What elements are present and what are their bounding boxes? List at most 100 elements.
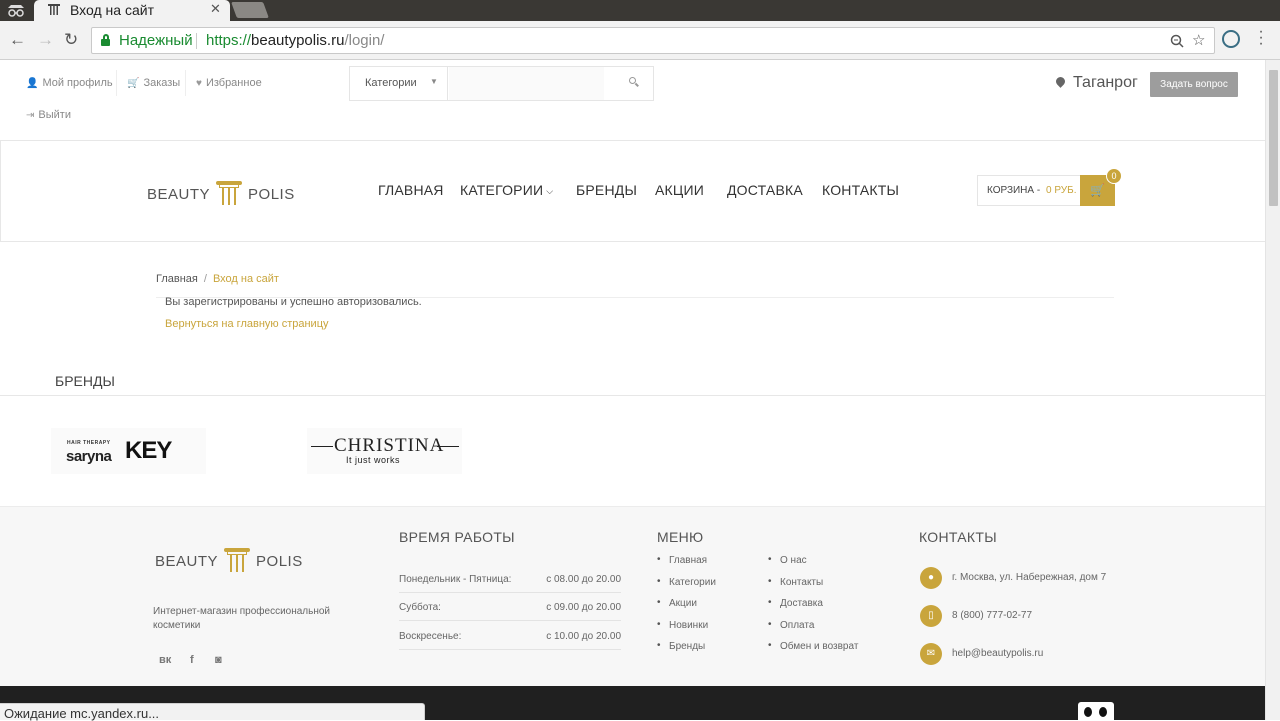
nav-promos[interactable]: АКЦИИ — [655, 182, 704, 198]
logo-text-right: POLIS — [248, 185, 295, 203]
new-tab-button[interactable] — [231, 2, 269, 18]
working-hours-title: ВРЕМЯ РАБОТЫ — [399, 529, 515, 545]
my-profile-link[interactable]: 👤 Мой профиль — [26, 77, 113, 89]
back-to-home-link[interactable]: Вернуться на главную страницу — [165, 318, 329, 330]
city-selector[interactable]: Таганрог — [1054, 74, 1138, 92]
contacts-title: КОНТАКТЫ — [919, 529, 997, 545]
footer-menu-link[interactable]: Бренды — [657, 640, 705, 652]
logo-text-right: POLIS — [256, 552, 303, 570]
mascot-icon — [1078, 702, 1114, 720]
instagram-icon[interactable]: ◙ — [215, 654, 222, 666]
search-category-select[interactable]: Категории ▼ — [350, 67, 448, 100]
url-host: beautypolis.ru — [251, 32, 345, 49]
forward-arrow-icon[interactable]: → — [37, 30, 54, 50]
tab-title: Вход на сайт — [70, 2, 154, 18]
zoom-icon[interactable] — [1170, 31, 1184, 52]
brand-key-saryna: saryna — [66, 448, 112, 465]
url-text[interactable]: https://beautypolis.ru/login/ — [206, 32, 384, 49]
footer-menu-link[interactable]: Главная — [657, 554, 707, 566]
footer-logo[interactable]: BEAUTY POLIS — [155, 547, 303, 577]
footer-menu-link[interactable]: Оплата — [768, 619, 815, 631]
footer-menu-link[interactable]: Акции — [657, 597, 697, 609]
breadcrumb-home[interactable]: Главная — [156, 273, 198, 285]
breadcrumb-current: Вход на сайт — [212, 273, 279, 285]
site-logo[interactable]: BEAUTY POLIS — [147, 180, 295, 210]
vk-icon[interactable]: вк — [159, 654, 171, 666]
address-bar[interactable]: Надежный https://beautypolis.ru/login/ ☆ — [91, 27, 1215, 54]
brand-logo-christina[interactable]: CHRISTINA It just works — [307, 428, 462, 474]
logout-label: Выйти — [38, 109, 71, 121]
nav-home[interactable]: ГЛАВНАЯ — [378, 182, 444, 198]
cart-count-badge: 0 — [1106, 168, 1122, 184]
footer-menu-link[interactable]: Контакты — [768, 576, 823, 588]
hours-day: Суббота: — [399, 602, 441, 613]
contact-phone[interactable]: 8 (800) 777-02-77 — [952, 610, 1032, 621]
ask-question-button[interactable]: Задать вопрос — [1150, 72, 1238, 97]
nav-contacts[interactable]: КОНТАКТЫ — [822, 182, 899, 198]
logout-link[interactable]: ⇥ Выйти — [26, 109, 71, 121]
divider — [185, 70, 186, 96]
decor-line — [311, 446, 333, 447]
hours-row: Понедельник - Пятница: с 08.00 до 20.00 — [399, 565, 621, 593]
hours-row: Суббота: с 09.00 до 20.00 — [399, 593, 621, 621]
divider — [0, 395, 1265, 396]
nav-categories[interactable]: КАТЕГОРИИ ⌵ — [460, 182, 553, 198]
footer-menu-link[interactable]: Категории — [657, 576, 716, 588]
brand-christina-name: CHRISTINA — [334, 435, 445, 456]
footer-menu-link[interactable]: Обмен и возврат — [768, 640, 858, 652]
search-category-label: Категории — [365, 77, 417, 89]
favorites-link[interactable]: ♥ Избранное — [196, 77, 262, 89]
logo-text-left: BEAUTY — [155, 552, 219, 570]
nav-delivery[interactable]: ДОСТАВКА — [727, 182, 803, 198]
footer-menu-link[interactable]: Новинки — [657, 619, 708, 631]
facebook-icon[interactable]: f — [190, 654, 194, 666]
url-separator — [196, 33, 197, 49]
lock-icon — [101, 34, 111, 46]
search-icon[interactable] — [629, 77, 639, 87]
footer-menu-link[interactable]: Доставка — [768, 597, 823, 609]
nav-brands[interactable]: БРЕНДЫ — [576, 182, 637, 198]
reload-icon[interactable]: ↻ — [64, 30, 78, 50]
hours-day: Понедельник - Пятница: — [399, 574, 512, 585]
browser-status-bubble: Ожидание mc.yandex.ru... — [0, 703, 425, 721]
bookmark-star-icon[interactable]: ☆ — [1192, 31, 1205, 49]
envelope-icon: ✉ — [920, 643, 942, 665]
cart-widget[interactable]: КОРЗИНА - 0 РУБ. 🛒 — [977, 175, 1115, 206]
main-header: BEAUTY POLIS ГЛАВНАЯ КАТЕГОРИИ ⌵ БРЕНДЫ АК… — [0, 140, 1265, 242]
shopping-cart-icon: 🛒 — [1090, 183, 1105, 197]
brand-logo-saryna-key[interactable]: HAIR THERAPY saryna KEY — [51, 428, 206, 474]
browser-toolbar: ← → ↻ Надежный https://beautypolis.ru/lo… — [0, 21, 1280, 60]
map-marker-icon: ● — [920, 567, 942, 589]
hours-time: с 09.00 до 20.00 — [546, 602, 621, 613]
scrollbar-thumb[interactable] — [1269, 70, 1278, 206]
browser-tab-active[interactable]: Вход на сайт ✕ — [34, 0, 230, 21]
breadcrumb-separator: / — [203, 273, 207, 285]
footer-description: Интернет-магазин профессиональной космет… — [153, 606, 331, 631]
top-utility-bar: 👤 Мой профиль 🛒 Заказы ♥ Избранное ⇥ Выйти К… — [0, 60, 1265, 140]
city-name: Таганрог — [1073, 74, 1138, 91]
cart-label: КОРЗИНА - — [987, 185, 1041, 196]
cart-icon: 🛒 — [127, 78, 140, 89]
browser-menu-icon[interactable]: · · · — [1256, 24, 1266, 52]
contact-address: г. Москва, ул. Набережная, дом 7 — [952, 572, 1107, 583]
back-arrow-icon[interactable]: ← — [9, 30, 26, 50]
decor-line — [437, 446, 459, 447]
page-content: 👤 Мой профиль 🛒 Заказы ♥ Избранное ⇥ Выйти К… — [0, 60, 1265, 720]
column-logo-icon — [222, 544, 252, 574]
footer-menu-link[interactable]: О нас — [768, 554, 806, 566]
contact-email[interactable]: help@beautypolis.ru — [952, 648, 1043, 659]
phone-icon: ▯ — [920, 605, 942, 627]
brand-christina-tagline: It just works — [346, 455, 401, 465]
chevron-down-icon: ⌵ — [546, 186, 554, 196]
divider — [116, 70, 117, 96]
search-input[interactable] — [449, 67, 604, 100]
favorites-label: Избранное — [205, 77, 262, 89]
orders-link[interactable]: 🛒 Заказы — [127, 77, 180, 89]
site-footer: BEAUTY POLIS Интернет-магазин профессиона… — [0, 506, 1265, 686]
extension-icon[interactable] — [1222, 30, 1240, 48]
site-favicon-icon — [48, 3, 60, 19]
url-path: /login/ — [344, 32, 385, 49]
cart-price: 0 РУБ. — [1046, 185, 1077, 196]
page-scrollbar[interactable] — [1265, 60, 1280, 720]
tab-close-icon[interactable]: ✕ — [210, 1, 221, 17]
